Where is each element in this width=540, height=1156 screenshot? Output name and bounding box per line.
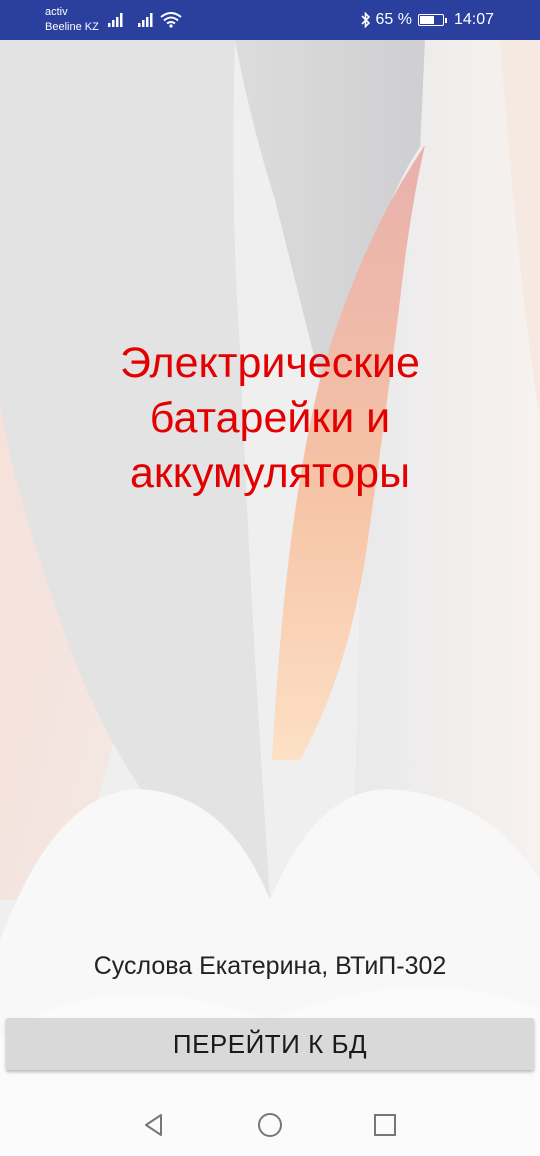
status-right: 65 % 14:07 bbox=[361, 10, 494, 30]
home-button[interactable] bbox=[253, 1108, 287, 1142]
back-button[interactable] bbox=[137, 1108, 171, 1142]
carrier-info: activ Beeline KZ bbox=[45, 5, 99, 35]
home-icon bbox=[258, 1113, 282, 1137]
signal-icon bbox=[138, 13, 153, 27]
wifi-icon bbox=[160, 12, 182, 28]
app-screen: activ Beeline KZ 65 % 14:07 Электрически… bbox=[0, 0, 540, 1156]
battery-level bbox=[419, 16, 434, 24]
battery-icon bbox=[417, 14, 447, 26]
author-caption: Суслова Екатерина, ВТиП-302 bbox=[93, 952, 447, 980]
wallpaper-background bbox=[0, 40, 540, 1156]
signal-icon bbox=[108, 13, 123, 27]
carrier-name-2: Beeline KZ bbox=[45, 21, 99, 33]
status-bar: activ Beeline KZ 65 % 14:07 bbox=[0, 0, 540, 40]
battery-percent: 65 % bbox=[375, 11, 412, 28]
navigation-bar bbox=[0, 1090, 540, 1156]
back-icon bbox=[145, 1114, 162, 1136]
go-to-db-button[interactable]: ПЕРЕЙТИ К БД bbox=[6, 1018, 534, 1070]
carrier-name-1: activ bbox=[45, 6, 68, 18]
app-title: Электрические батарейки и аккумуляторы bbox=[120, 339, 420, 497]
clock: 14:07 bbox=[453, 11, 494, 28]
bluetooth-icon bbox=[361, 12, 371, 28]
recents-icon bbox=[374, 1114, 396, 1136]
recents-button[interactable] bbox=[368, 1108, 402, 1142]
